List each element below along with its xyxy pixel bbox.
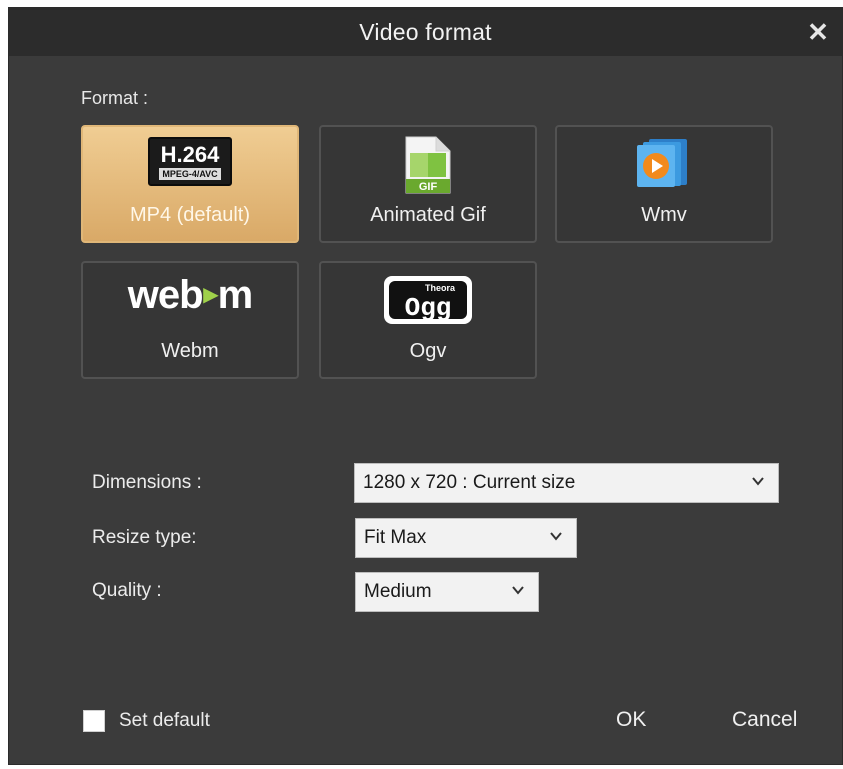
format-tile-wmv[interactable]: Wmv — [555, 125, 773, 243]
dimensions-label: Dimensions : — [92, 472, 202, 493]
quality-value: Medium — [364, 581, 432, 602]
title-bar: Video format ✕ — [9, 8, 842, 56]
gif-file-icon: GIF — [405, 136, 451, 194]
format-label-webm: Webm — [161, 340, 219, 362]
set-default-label[interactable]: Set default — [119, 710, 210, 732]
format-tile-ogv[interactable]: Theora Ogg Ogv — [319, 261, 537, 379]
svg-text:Theora: Theora — [425, 283, 456, 293]
resize-type-label: Resize type: — [92, 527, 197, 548]
video-format-dialog: Video format ✕ Format : H.264 MPEG-4/AVC… — [8, 7, 843, 765]
ok-button[interactable]: OK — [616, 708, 646, 732]
chevron-down-icon — [550, 532, 562, 541]
chevron-down-icon — [752, 477, 764, 486]
h264-icon: H.264 MPEG-4/AVC — [148, 137, 232, 186]
format-label-wmv: Wmv — [641, 204, 687, 226]
format-tile-gif[interactable]: GIF Animated Gif — [319, 125, 537, 243]
chevron-down-icon — [512, 586, 524, 595]
dialog-title: Video format — [359, 18, 492, 45]
format-label-mp4: MP4 (default) — [129, 204, 251, 226]
dimensions-select[interactable]: 1280 x 720 : Current size — [354, 463, 779, 503]
quality-label: Quality : — [92, 580, 162, 601]
cancel-button[interactable]: Cancel — [732, 708, 797, 732]
svg-text:GIF: GIF — [419, 181, 438, 193]
ogg-theora-icon: Theora Ogg — [384, 276, 472, 324]
format-label: Format : — [81, 88, 149, 108]
close-icon[interactable]: ✕ — [804, 17, 832, 47]
format-tile-mp4[interactable]: H.264 MPEG-4/AVC MP4 (default) — [81, 125, 299, 243]
format-label-gif: Animated Gif — [370, 204, 486, 226]
resize-type-select[interactable]: Fit Max — [355, 518, 577, 558]
quality-select[interactable]: Medium — [355, 572, 539, 612]
resize-type-value: Fit Max — [364, 527, 427, 548]
svg-text:Ogg: Ogg — [405, 293, 452, 323]
wmv-media-icon — [637, 139, 687, 187]
format-tile-webm[interactable]: web▸m Webm — [81, 261, 299, 379]
webm-logo-icon: web▸m — [127, 273, 253, 317]
set-default-checkbox[interactable] — [83, 710, 105, 732]
format-label-ogv: Ogv — [409, 340, 447, 362]
dimensions-value: 1280 x 720 : Current size — [363, 472, 576, 493]
